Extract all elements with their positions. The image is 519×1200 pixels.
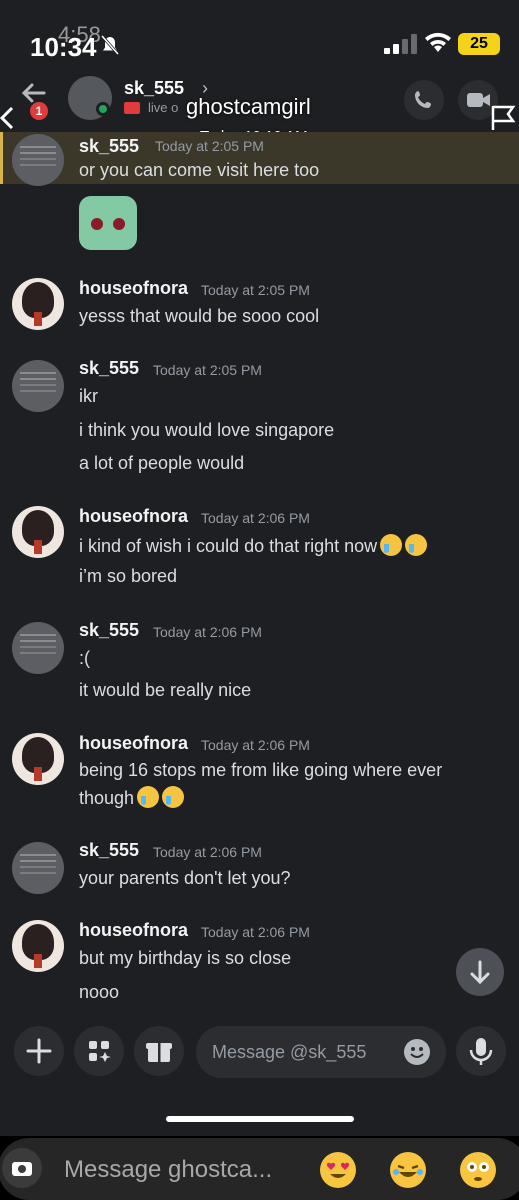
message-username[interactable]: sk_555 [79, 358, 139, 379]
mic-icon [469, 1038, 493, 1065]
gift-button[interactable] [134, 1026, 184, 1076]
message-text: nooo [79, 982, 120, 1002]
crying-emoji-icon [405, 534, 428, 556]
live-icon [124, 102, 140, 114]
message-username[interactable]: houseofnora [79, 278, 188, 299]
status-bar: 4:58 10:34 25 [0, 0, 519, 70]
message-composer: Message @sk_555 [0, 1012, 519, 1098]
scroll-to-bottom-button[interactable] [456, 948, 504, 996]
message-username[interactable]: houseofnora [79, 506, 188, 527]
message-text: a lot of people would [79, 453, 245, 473]
home-indicator [166, 1116, 354, 1122]
flag-icon[interactable] [490, 104, 516, 132]
emoji-icon[interactable] [404, 1039, 430, 1065]
instagram-reply-bar: Message ghostca... [0, 1136, 519, 1200]
battery-icon: 25 [458, 33, 500, 55]
avatar[interactable] [12, 920, 64, 972]
gift-icon [146, 1043, 172, 1062]
crying-emoji-icon [380, 534, 403, 556]
message-text-content: though [79, 788, 135, 808]
flushed-emoji[interactable] [460, 1152, 496, 1188]
message-text: it would be really nice [79, 680, 252, 700]
message-text: but my birthday is so close [79, 948, 292, 968]
call-button[interactable] [404, 80, 444, 120]
plus-icon [26, 1038, 52, 1064]
attach-button[interactable] [14, 1026, 64, 1076]
camera-icon[interactable] [2, 1148, 42, 1188]
avatar[interactable] [12, 278, 64, 330]
message-timestamp: Today at 2:06 PM [201, 510, 310, 526]
message-text: i’m so bored [79, 566, 178, 586]
avatar[interactable] [12, 506, 64, 558]
overlay-back-icon[interactable] [0, 106, 14, 130]
message-text: i think you would love singapore [79, 420, 335, 440]
message-timestamp: Today at 2:05 PM [155, 138, 264, 154]
message-text: :( [79, 648, 90, 668]
apps-button[interactable] [74, 1026, 124, 1076]
message-username[interactable]: sk_555 [79, 840, 139, 861]
app-root: 4:58 10:34 25 1 sk_555 › live o ghostcam… [0, 0, 519, 1200]
message-timestamp: Today at 2:06 PM [153, 844, 262, 860]
signal-icon [384, 34, 417, 54]
crying-emoji-icon [137, 786, 160, 808]
message-input-placeholder: Message @sk_555 [212, 1042, 367, 1062]
header-subtitle: live o [148, 100, 179, 115]
crying-emoji-icon [162, 786, 185, 808]
apps-icon [89, 1041, 111, 1062]
header-username[interactable]: sk_555 [124, 78, 184, 99]
avatar[interactable] [12, 842, 64, 894]
message-username[interactable]: sk_555 [79, 620, 139, 641]
status-time: 10:34 [30, 32, 97, 62]
instagram-message-input[interactable]: Message ghostca... [0, 1138, 519, 1200]
avatar[interactable] [12, 360, 64, 412]
instagram-input-placeholder: Message ghostca... [64, 1156, 273, 1183]
message-username[interactable]: houseofnora [79, 733, 188, 754]
avatar[interactable] [12, 622, 64, 674]
bell-slash-icon [100, 35, 120, 55]
online-status-icon [96, 102, 110, 116]
message-username[interactable]: houseofnora [79, 920, 188, 941]
message-timestamp: Today at 2:05 PM [153, 362, 262, 378]
heart-eyes-emoji[interactable] [320, 1152, 356, 1188]
message-input[interactable]: Message @sk_555 [196, 1026, 446, 1078]
message-text: your parents don't let you? [79, 868, 291, 888]
message-timestamp: Today at 2:06 PM [201, 737, 310, 753]
message-list: sk_555 Today at 2:05 PM or you can come … [0, 132, 519, 1012]
message-text: yesss that would be sooo cool [79, 306, 320, 326]
voice-button[interactable] [456, 1026, 506, 1076]
message-text: though [79, 786, 185, 809]
laughing-emoji[interactable] [390, 1152, 426, 1188]
message-timestamp: Today at 2:05 PM [201, 282, 310, 298]
message-text: i kind of wish i could do that right now [79, 534, 428, 557]
notification-badge: 1 [28, 100, 50, 122]
overlay-username: ghostcamgirl [186, 94, 311, 119]
wifi-icon [425, 32, 451, 52]
message-text: being 16 stops me from like going where … [79, 760, 443, 780]
phone-icon [415, 91, 431, 108]
sticker-image [79, 196, 137, 250]
message-timestamp: Today at 2:06 PM [201, 924, 310, 940]
avatar[interactable] [12, 134, 64, 186]
message-username[interactable]: sk_555 [79, 136, 139, 157]
message-text: ikr [79, 386, 98, 406]
arrow-down-icon [470, 960, 490, 985]
message-text: or you can come visit here too [79, 160, 320, 180]
message-text-content: i kind of wish i could do that right now [79, 536, 378, 556]
message-timestamp: Today at 2:06 PM [153, 624, 262, 640]
avatar[interactable] [12, 733, 64, 785]
